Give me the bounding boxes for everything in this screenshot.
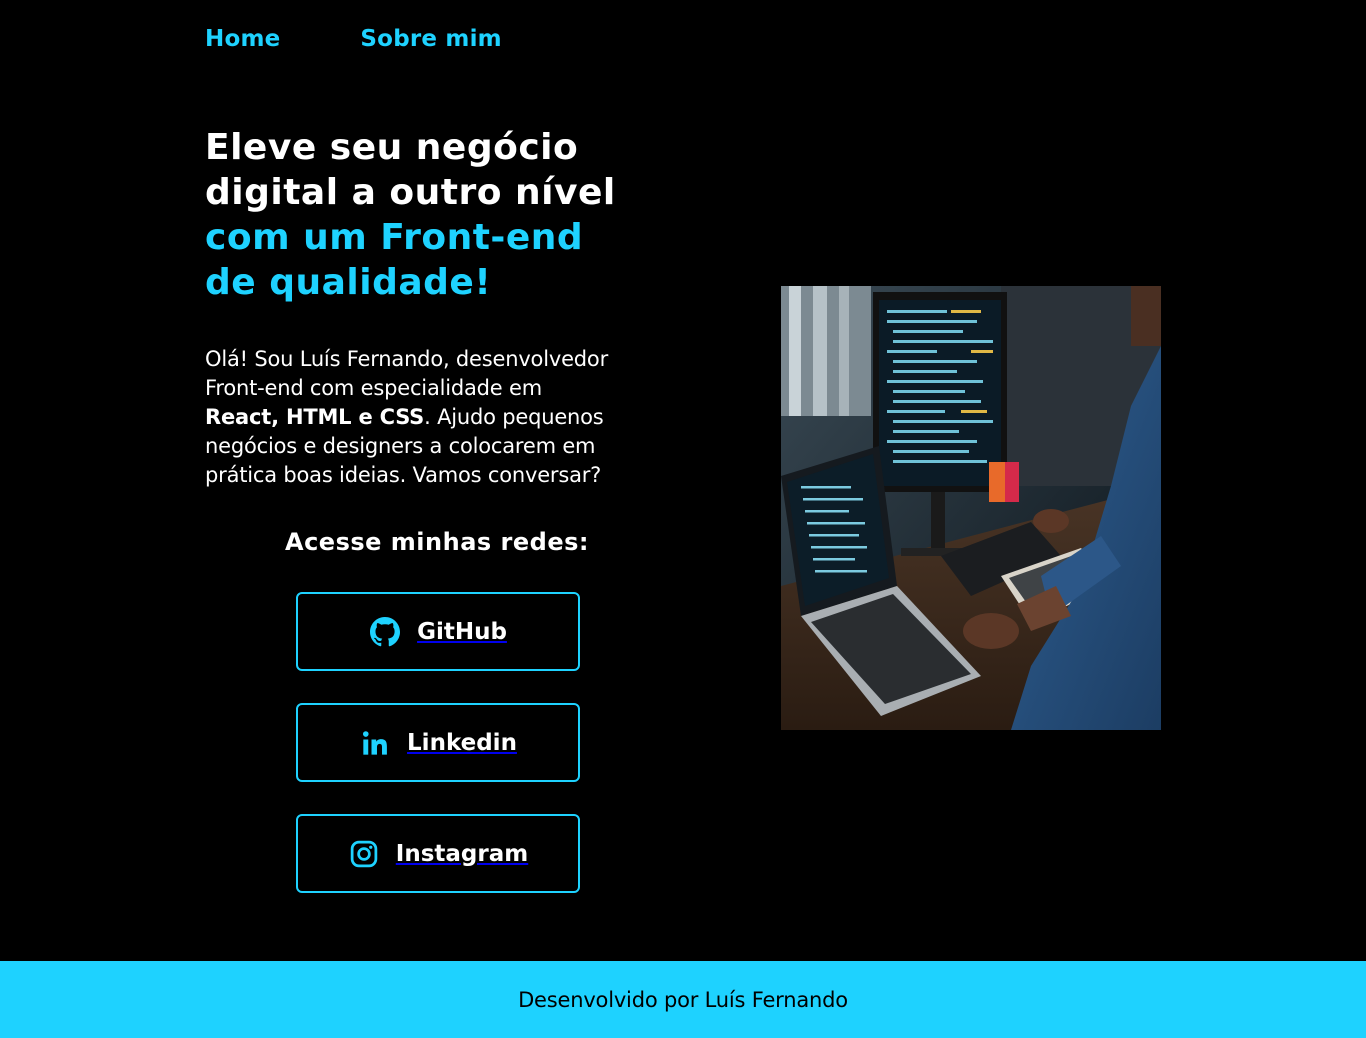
intro-line: Front-end com especialidade em [205,376,542,400]
intro-line-rest: . Ajudo pequenos [424,405,604,429]
nav-about-link[interactable]: Sobre mim [360,26,501,52]
intro-skills-bold: React, HTML e CSS [205,405,425,429]
intro-line: Olá! Sou Luís Fernando, desenvolvedor [205,347,609,371]
hero-headline: Eleve seu negócio digital a outro nível … [205,125,685,305]
linkedin-button[interactable]: Linkedin [296,703,580,782]
footer: Desenvolvido por Luís Fernando [0,961,1366,1038]
developer-at-computer-photo [781,286,1161,730]
footer-text: Desenvolvido por Luís Fernando [518,987,848,1012]
top-nav: Home Sobre mim [205,26,502,52]
headline-accent-line: de qualidade! [205,262,492,303]
intro-line: React, HTML e CSS. Ajudo pequenos [205,403,685,432]
intro-line: negócios e designers a colocarem em [205,434,596,458]
nav-home-link[interactable]: Home [205,26,280,52]
headline-line: Eleve seu negócio [205,127,579,168]
socials-title: Acesse minhas redes: [285,528,589,556]
instagram-button-label: Instagram [395,840,529,867]
page: Home Sobre mim Eleve seu negócio digital… [0,0,1366,1038]
linkedin-icon [359,727,391,759]
hero-section: Eleve seu negócio digital a outro nível … [205,125,685,305]
linkedin-button-label: Linkedin [407,729,517,756]
instagram-icon [348,838,380,870]
headline-accent-line: com um Front-end [205,217,584,258]
github-icon [369,616,401,648]
headline-line: digital a outro nível [205,172,616,213]
intro-paragraph: Olá! Sou Luís Fernando, desenvolvedor Fr… [205,345,685,490]
github-button[interactable]: GitHub [296,592,580,671]
github-button-label: GitHub [417,618,507,645]
intro-line: prática boas ideias. Vamos conversar? [205,463,602,487]
instagram-button[interactable]: Instagram [296,814,580,893]
